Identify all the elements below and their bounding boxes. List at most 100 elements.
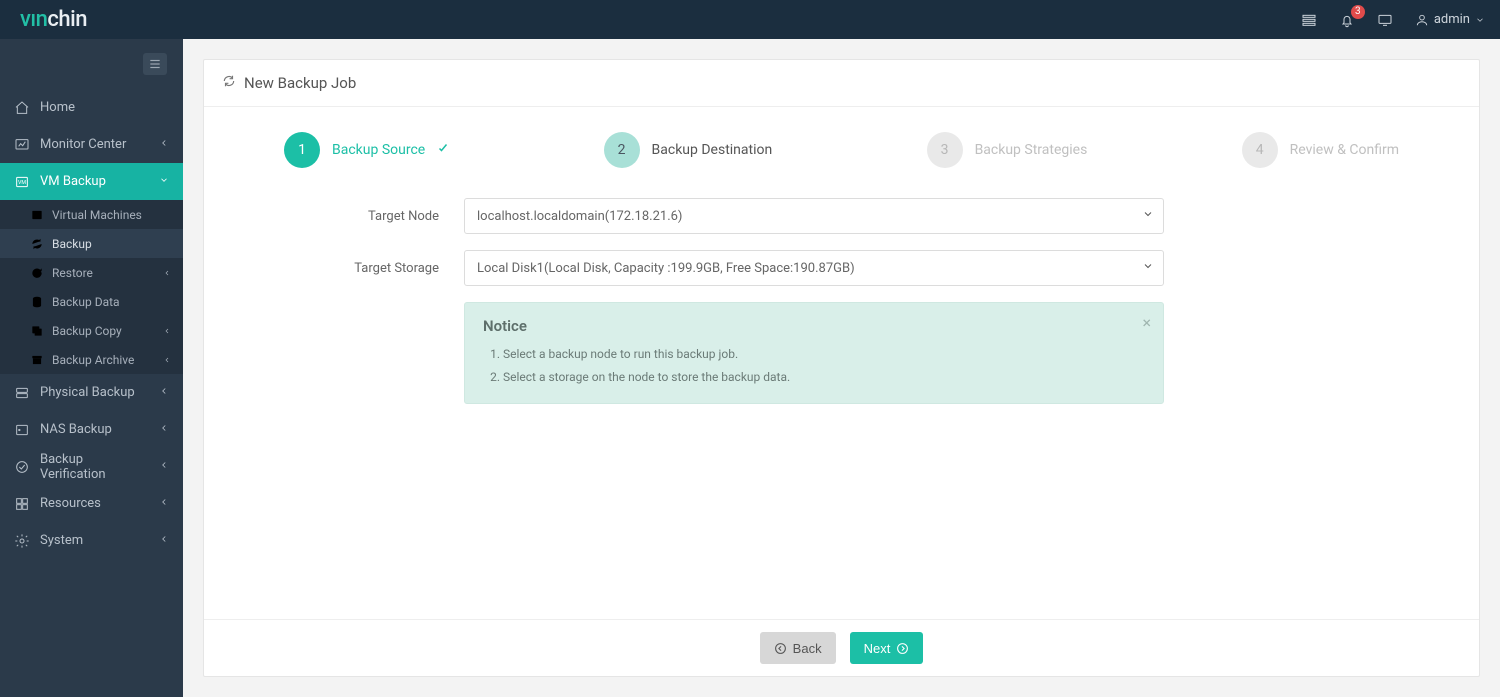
sidebar-item-home[interactable]: Home [0,89,183,126]
target-storage-select[interactable]: Local Disk1(Local Disk, Capacity :199.9G… [464,250,1164,286]
subnav-virtual-machines[interactable]: Virtual Machines [0,200,183,229]
step-review-confirm[interactable]: 4 Review & Confirm [1242,132,1399,168]
refresh-icon [222,74,236,92]
subnav-restore[interactable]: Restore [0,258,183,287]
subnav-backup[interactable]: Backup [0,229,183,258]
subnav-label: Backup Archive [52,353,134,367]
chevron-left-icon [163,353,171,367]
panel-footer: Back Next [204,619,1479,676]
next-button[interactable]: Next [850,632,924,664]
step-label: Backup Source [332,142,425,158]
step-backup-source[interactable]: 1 Backup Source [284,132,449,168]
subnav-backup-data[interactable]: Backup Data [0,287,183,316]
step-backup-strategies[interactable]: 3 Backup Strategies [927,132,1088,168]
chevron-left-icon [163,324,171,338]
subnav-label: Virtual Machines [52,208,142,222]
step-number: 1 [284,132,320,168]
topbar: vınchin 3 admin [0,0,1500,39]
monitor-center-icon [14,137,30,153]
chevron-left-icon [159,422,169,437]
target-node-select[interactable]: localhost.localdomain(172.18.21.6) [464,198,1164,234]
verify-icon [14,459,30,475]
chevron-left-icon [159,137,169,152]
sidebar-item-backup-verification[interactable]: Backup Verification [0,448,183,485]
sidebar-item-label: Physical Backup [40,385,135,400]
brand-part1: vın [20,7,47,32]
sidebar-item-label: NAS Backup [40,422,112,437]
panel-title-row: New Backup Job [204,60,1479,107]
bell-icon[interactable]: 3 [1339,12,1355,28]
step-backup-destination[interactable]: 2 Backup Destination [604,132,773,168]
step-label: Backup Destination [652,142,773,158]
subnav-backup-archive[interactable]: Backup Archive [0,345,183,374]
subnav-label: Backup Copy [52,324,122,338]
sidebar-item-label: Backup Verification [40,452,149,482]
notice-list: Select a backup node to run this backup … [483,343,1145,389]
target-node-value: localhost.localdomain(172.18.21.6) [464,198,1164,234]
back-button-label: Back [793,641,822,656]
sidebar-item-label: System [40,533,83,548]
target-node-label: Target Node [284,209,464,224]
chevron-left-icon [159,496,169,511]
vm-icon: VM [14,174,30,190]
sidebar-item-label: VM Backup [40,174,106,189]
server-icon [14,385,30,401]
back-button[interactable]: Back [760,632,836,664]
chevron-down-icon [159,174,169,189]
sidebar-item-nas-backup[interactable]: NAS Backup [0,411,183,448]
notice-title: Notice [483,317,1145,335]
step-label: Review & Confirm [1290,142,1399,158]
arrow-right-icon [896,642,909,655]
close-icon[interactable]: × [1142,313,1151,332]
panel-new-backup-job: New Backup Job 1 Backup Source 2 Backup … [203,59,1480,677]
notification-badge: 3 [1351,5,1365,19]
arrow-left-icon [774,642,787,655]
gear-icon [14,533,30,549]
brand-logo: vınchin [20,7,87,32]
chevron-left-icon [159,459,169,474]
step-number: 3 [927,132,963,168]
sidebar-item-label: Resources [40,496,101,511]
chevron-left-icon [159,385,169,400]
sidebar-item-label: Home [40,100,75,115]
sidebar-item-vm-backup[interactable]: VM VM Backup [0,163,183,200]
vm-backup-submenu: Virtual Machines Backup Restore Backup D… [0,200,183,374]
user-menu[interactable]: admin [1415,12,1485,27]
step-label: Backup Strategies [975,142,1088,158]
archive-icon [30,353,44,367]
sidebar-item-label: Monitor Center [40,137,126,152]
monitor-icon[interactable] [1377,12,1393,28]
refresh-icon [30,237,44,251]
brand-part2: chin [47,7,87,32]
step-number: 2 [604,132,640,168]
page-title: New Backup Job [244,74,356,92]
sidebar-item-physical-backup[interactable]: Physical Backup [0,374,183,411]
chevron-left-icon [163,266,171,280]
restore-icon [30,266,44,280]
notice-box: × Notice Select a backup node to run thi… [464,302,1164,404]
vm-list-icon [30,208,44,222]
subnav-label: Restore [52,266,93,280]
notice-item: Select a storage on the node to store th… [503,366,1145,389]
target-storage-value: Local Disk1(Local Disk, Capacity :199.9G… [464,250,1164,286]
sidebar-item-monitor[interactable]: Monitor Center [0,126,183,163]
subnav-label: Backup Data [52,295,120,309]
chevron-left-icon [159,533,169,548]
notice-item: Select a backup node to run this backup … [503,343,1145,366]
list-icon[interactable] [1301,12,1317,28]
target-storage-label: Target Storage [284,261,464,276]
copy-icon [30,324,44,338]
resources-icon [14,496,30,512]
sidebar: Home Monitor Center VM VM Backup Virtual… [0,39,183,697]
home-icon [14,100,30,116]
sidebar-item-system[interactable]: System [0,522,183,559]
subnav-backup-copy[interactable]: Backup Copy [0,316,183,345]
sidebar-item-resources[interactable]: Resources [0,485,183,522]
step-number: 4 [1242,132,1278,168]
nas-icon [14,422,30,438]
user-name: admin [1434,12,1470,27]
svg-text:VM: VM [18,180,26,186]
wizard-steps: 1 Backup Source 2 Backup Destination 3 B… [204,107,1479,198]
hamburger-button[interactable] [143,53,167,75]
subnav-label: Backup [52,237,92,251]
